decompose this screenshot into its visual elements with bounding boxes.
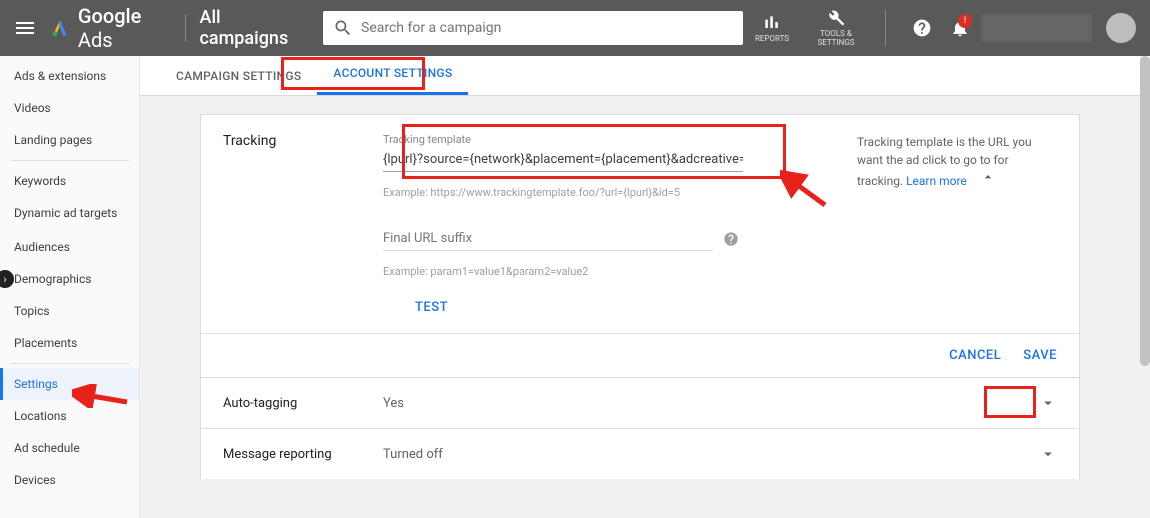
- nav-keywords[interactable]: Keywords: [0, 165, 139, 197]
- search-box[interactable]: [323, 11, 743, 45]
- header-right: REPORTS TOOLS & SETTINGS !: [743, 6, 1136, 50]
- google-ads-logo-icon: [50, 17, 70, 39]
- help-icon[interactable]: [723, 231, 739, 247]
- nav-videos[interactable]: Videos: [0, 92, 139, 124]
- main-content: CAMPAIGN SETTINGS ACCOUNT SETTINGS Track…: [140, 56, 1140, 518]
- test-button[interactable]: TEST: [415, 300, 448, 315]
- tracking-template-input[interactable]: [383, 148, 743, 172]
- reports-button[interactable]: REPORTS: [743, 6, 801, 50]
- tools-settings-button[interactable]: TOOLS & SETTINGS: [807, 6, 865, 50]
- nav-ad-schedule[interactable]: Ad schedule: [0, 432, 139, 464]
- avatar[interactable]: [1106, 13, 1136, 43]
- tracking-template-example: Example: https://www.trackingtemplate.fo…: [383, 186, 837, 199]
- reports-icon: [762, 13, 782, 33]
- app-header: Google Ads All campaigns REPORTS TOOLS &…: [0, 0, 1150, 56]
- save-button[interactable]: SAVE: [1023, 348, 1057, 363]
- cancel-button[interactable]: CANCEL: [949, 348, 1001, 363]
- action-bar: CANCEL SAVE: [201, 333, 1079, 377]
- tracking-help-text: Tracking template is the URL you want th…: [857, 133, 1057, 333]
- nav-topics[interactable]: Topics: [0, 295, 139, 327]
- chevron-down-icon: [1039, 394, 1057, 412]
- account-email[interactable]: [982, 14, 1092, 42]
- nav-settings[interactable]: Settings: [0, 368, 139, 400]
- tracking-template-label: Tracking template: [383, 133, 837, 146]
- chevron-down-icon: [1039, 445, 1057, 463]
- help-button[interactable]: [906, 12, 938, 44]
- settings-tabs: CAMPAIGN SETTINGS ACCOUNT SETTINGS: [140, 56, 1140, 96]
- help-icon: [912, 18, 932, 38]
- notifications-button[interactable]: !: [944, 12, 976, 44]
- tab-campaign-settings[interactable]: CAMPAIGN SETTINGS: [160, 57, 317, 95]
- nav-landing-pages[interactable]: Landing pages: [0, 124, 139, 156]
- final-url-suffix-example: Example: param1=value1&param2=value2: [383, 265, 837, 278]
- left-nav: Ads & extensions Videos Landing pages Ke…: [0, 56, 140, 518]
- final-url-suffix-input[interactable]: [383, 227, 713, 251]
- product-name: Google Ads: [78, 4, 171, 52]
- auto-tagging-row[interactable]: Auto-tagging Yes: [200, 378, 1080, 429]
- learn-more-link[interactable]: Learn more: [906, 174, 967, 188]
- page-title: All campaigns: [200, 7, 303, 49]
- divider: [10, 160, 129, 161]
- notification-badge: !: [958, 14, 972, 28]
- tracking-panel: Tracking Tracking template Example: http…: [200, 114, 1080, 378]
- nav-audiences[interactable]: Audiences: [0, 231, 139, 263]
- tracking-section-title: Tracking: [223, 133, 383, 333]
- nav-devices[interactable]: Devices: [0, 464, 139, 496]
- menu-icon[interactable]: [14, 16, 36, 40]
- nav-dynamic-ad-targets[interactable]: Dynamic ad targets: [0, 197, 139, 231]
- search-icon: [333, 18, 353, 38]
- divider: [10, 363, 129, 364]
- nav-placements[interactable]: Placements: [0, 327, 139, 359]
- divider: [185, 14, 186, 42]
- tab-account-settings[interactable]: ACCOUNT SETTINGS: [317, 54, 468, 95]
- search-input[interactable]: [361, 20, 733, 36]
- wrench-icon: [826, 8, 846, 28]
- divider: [885, 10, 886, 46]
- chevron-up-icon[interactable]: [980, 169, 996, 185]
- scrollbar[interactable]: [1140, 56, 1150, 366]
- nav-ads-extensions[interactable]: Ads & extensions: [0, 60, 139, 92]
- nav-demographics[interactable]: Demographics: [0, 263, 139, 295]
- nav-locations[interactable]: Locations: [0, 400, 139, 432]
- product-logo[interactable]: Google Ads: [50, 4, 171, 52]
- message-reporting-row[interactable]: Message reporting Turned off: [200, 429, 1080, 479]
